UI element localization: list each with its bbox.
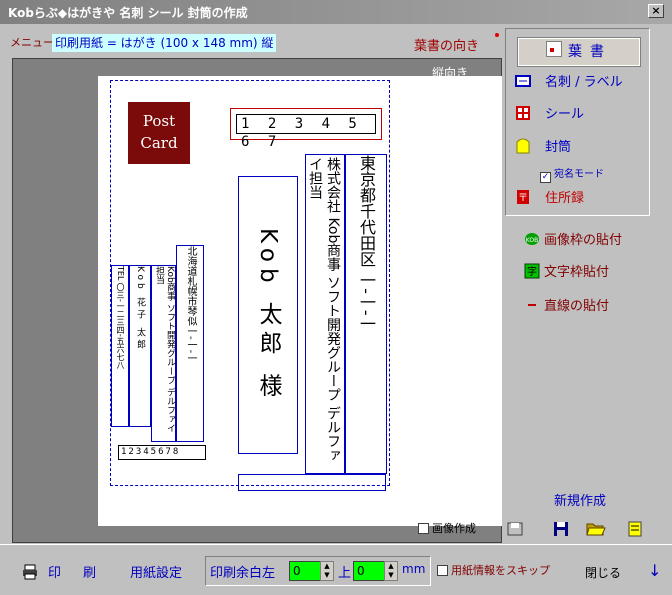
sender-name[interactable]: Kob 花子 太郎 [129, 265, 151, 427]
close-button[interactable]: 閉じる [585, 564, 621, 581]
address-book-icon: 〒 [515, 189, 531, 205]
paste-line-button[interactable]: 直線の貼付 [524, 297, 609, 317]
image-frame-icon: KOB [524, 231, 540, 247]
skip-paper-checkbox[interactable]: 用紙情報をスキップ [437, 562, 550, 578]
margin-left-spinner[interactable]: ▲ ▼ [320, 561, 334, 581]
stamp-area[interactable]: Post Card [128, 102, 190, 164]
address-book-label: 住所録 [545, 191, 585, 206]
seal-icon [515, 105, 531, 121]
card-label: 葉書 [568, 44, 612, 60]
skip-paper-label: 用紙情報をスキップ [451, 564, 550, 577]
recipient-name[interactable]: Kob 太郎 様 [238, 176, 298, 454]
paper-setup-button[interactable]: 用紙設定 [130, 562, 182, 581]
margin-unit: mm [402, 562, 426, 576]
margin-left-label: 印刷余白左 [210, 566, 276, 581]
recipient-zip[interactable]: 1 2 3 4 5 6 7 [236, 114, 376, 150]
window-title: Kobらぶ◆はがきや 名刺 シール 封筒の作成 × [0, 0, 672, 24]
checkbox-icon[interactable] [418, 523, 429, 534]
close-window-button[interactable]: × [648, 4, 664, 18]
open-disk-icon[interactable] [506, 520, 526, 538]
sender-company[interactable]: Kob商事 ソフト開発グループ デルファイ担当 [151, 265, 176, 442]
seal-label: シール [545, 107, 585, 122]
orientation-label: 葉書の向き [414, 39, 480, 54]
stamp-line-2: Card [140, 134, 178, 152]
save-icon[interactable] [552, 520, 572, 538]
address-book-button[interactable]: 〒 住所録 [515, 188, 584, 210]
window-title-text: Kobらぶ◆はがきや 名刺 シール 封筒の作成 [8, 6, 248, 20]
meishi-label: 名刺 / ラベル [545, 75, 623, 90]
svg-text:〒: 〒 [518, 193, 528, 204]
recipient-address[interactable]: 東京都千代田区 一-一-一 [345, 154, 387, 474]
sender-address[interactable]: 北海道札幌市琴似一-一-一 [176, 245, 204, 442]
document-icon[interactable] [626, 520, 646, 538]
orientation-dot [495, 33, 499, 37]
print-label-2: 刷 [83, 566, 97, 581]
paper-setting-text: 印刷用紙 = はがき (100 x 148 mm) 縦 [52, 34, 277, 52]
margin-top-spinner[interactable]: ▲ ▼ [384, 561, 398, 581]
recipient-company[interactable]: 株式会社 Kob商事 ソフト開発グループ デルファイ担当 [305, 154, 345, 474]
printer-icon [22, 564, 38, 580]
print-button[interactable]: 印刷 [22, 562, 96, 581]
address-mode-checkbox[interactable]: ✓ 宛名モード [540, 165, 604, 183]
seal-button[interactable]: シール [515, 104, 584, 126]
address-mode-label: 宛名モード [554, 169, 604, 180]
stamp-line-1: Post [142, 112, 176, 130]
paste-line-label: 直線の貼付 [544, 299, 610, 314]
down-arrow-icon[interactable]: ↓ [648, 561, 661, 580]
card-button[interactable]: 葉書 [517, 37, 641, 67]
svg-text:KOB: KOB [526, 237, 538, 244]
image-create-checkbox[interactable]: 画像作成 [418, 520, 476, 536]
new-document-button[interactable]: 新規作成 [554, 490, 606, 509]
bottom-text-box[interactable] [238, 474, 386, 491]
print-label-1: 印 [48, 566, 62, 581]
envelope-button[interactable]: 封筒 [515, 136, 571, 158]
paste-image-label: 画像枠の貼付 [544, 233, 623, 248]
meishi-icon [515, 73, 531, 89]
card-icon [546, 41, 562, 57]
image-create-label: 画像作成 [432, 522, 476, 535]
sender-zip[interactable]: 12345678 [118, 445, 206, 460]
paste-text-button[interactable]: 字文字枠貼付 [524, 263, 609, 283]
paste-text-label: 文字枠貼付 [544, 265, 610, 280]
paste-image-button[interactable]: KOB 画像枠の貼付 [524, 231, 622, 251]
text-frame-icon: 字 [524, 263, 540, 279]
skip-checkbox-icon[interactable] [437, 565, 448, 576]
svg-text:字: 字 [527, 265, 537, 278]
menu-label[interactable]: メニュー [10, 34, 54, 50]
line-icon [524, 297, 540, 313]
envelope-label: 封筒 [545, 140, 572, 155]
check-icon[interactable]: ✓ [540, 172, 551, 183]
margin-top-label: 上 [338, 566, 352, 581]
meishi-button[interactable]: 名刺 / ラベル [515, 72, 623, 94]
open-folder-icon[interactable] [586, 520, 606, 538]
sender-tel[interactable]: TEL 〇三-一二三四-五六七八 [111, 265, 129, 427]
envelope-icon [515, 136, 531, 154]
